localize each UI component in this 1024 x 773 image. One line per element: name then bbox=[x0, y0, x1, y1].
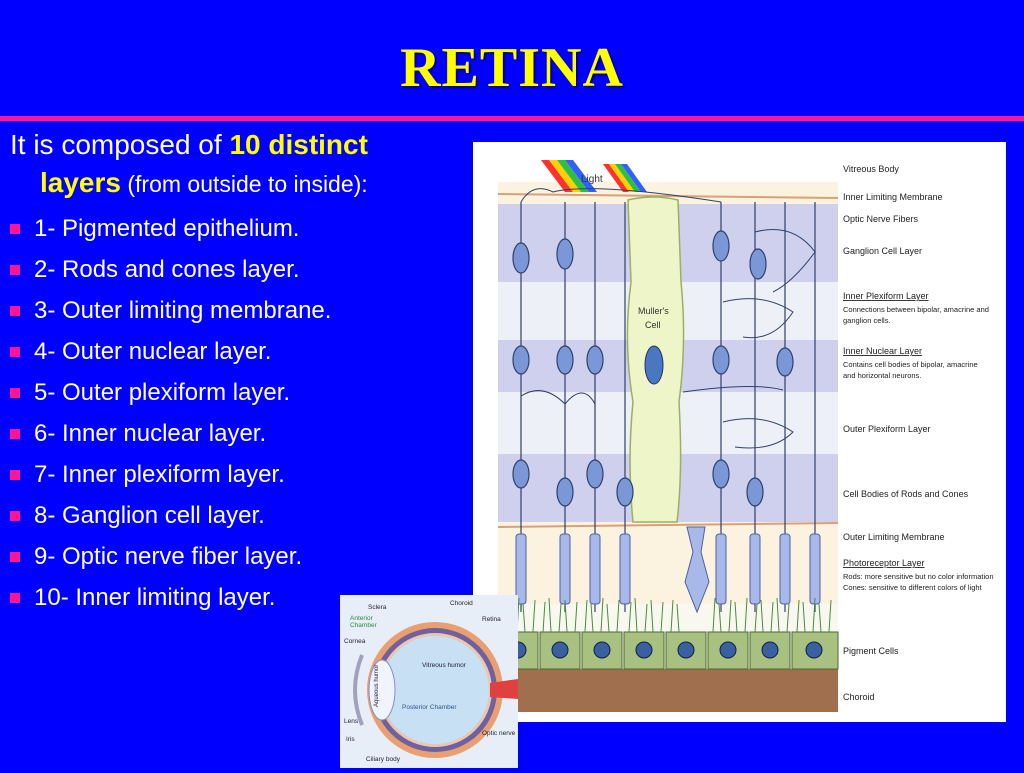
label-photoreceptor-layer: Photoreceptor Layer bbox=[843, 558, 925, 568]
label-outer-limiting-membrane: Outer Limiting Membrane bbox=[843, 532, 945, 542]
intro-suffix: (from outside to inside): bbox=[120, 171, 368, 197]
list-item: 1- Pigmented epithelium. bbox=[10, 208, 331, 249]
eye-label-cornea: Cornea bbox=[344, 638, 366, 645]
list-item: 9- Optic nerve fiber layer. bbox=[10, 536, 331, 577]
label-inner-nuclear-layer: Inner Nuclear Layer bbox=[843, 346, 922, 356]
eye-label-ciliary: Ciliary body bbox=[366, 756, 401, 763]
eye-label-retina: Retina bbox=[482, 616, 501, 623]
square-bullet-icon bbox=[10, 469, 20, 480]
square-bullet-icon bbox=[10, 264, 20, 275]
label-inl-desc-1: Contains cell bodies of bipolar, amacrin… bbox=[843, 360, 978, 369]
list-item: 6- Inner nuclear layer. bbox=[10, 413, 331, 454]
eye-label-vitreous: Vitreous humor bbox=[422, 662, 467, 669]
label-rod-cone-bodies: Cell Bodies of Rods and Cones bbox=[843, 489, 969, 499]
label-outer-plexiform-layer: Outer Plexiform Layer bbox=[843, 424, 931, 434]
square-bullet-icon bbox=[10, 387, 20, 398]
label-ganglion-cell-layer: Ganglion Cell Layer bbox=[843, 246, 922, 256]
layer-list: 1- Pigmented epithelium. 2- Rods and con… bbox=[10, 208, 331, 618]
list-item: 10- Inner limiting layer. bbox=[10, 577, 331, 618]
eye-label-lens: Lens bbox=[344, 718, 359, 725]
eye-label-optic: Optic nerve bbox=[482, 730, 516, 737]
square-bullet-icon bbox=[10, 223, 20, 234]
list-item: 2- Rods and cones layer. bbox=[10, 249, 331, 290]
muller-label-2: Cell bbox=[645, 320, 661, 330]
label-inner-plexiform-layer: Inner Plexiform Layer bbox=[843, 291, 929, 301]
muller-label-1: Muller's bbox=[638, 306, 669, 316]
label-pr-desc-1: Rods: more sensitive but no color inform… bbox=[843, 572, 994, 581]
eye-vitreous bbox=[381, 636, 489, 744]
band-choroid bbox=[498, 669, 838, 712]
square-bullet-icon bbox=[10, 305, 20, 316]
eye-label-anterior-2: Chamber bbox=[350, 622, 378, 629]
label-ipl-desc-2: ganglion cells. bbox=[843, 316, 891, 325]
square-bullet-icon bbox=[10, 428, 20, 439]
list-item: 3- Outer limiting membrane. bbox=[10, 290, 331, 331]
eye-label-posterior: Posterior Chamber bbox=[402, 704, 457, 711]
label-ipl-desc-1: Connections between bipolar, amacrine an… bbox=[843, 305, 989, 314]
retina-layers-diagram: Light Muller's Cell Vitreous Body Inner … bbox=[473, 142, 1006, 722]
intro-prefix: It is composed of bbox=[10, 129, 230, 160]
square-bullet-icon bbox=[10, 510, 20, 521]
title-divider bbox=[0, 116, 1024, 121]
label-inner-limiting-membrane: Inner Limiting Membrane bbox=[843, 192, 943, 202]
muller-nucleus bbox=[644, 345, 664, 385]
slide-title: RETINA bbox=[400, 37, 624, 99]
eye-label-sclera: Sclera bbox=[368, 604, 387, 611]
square-bullet-icon bbox=[10, 592, 20, 603]
intro-text: It is composed of 10 distinct layers (fr… bbox=[10, 126, 465, 203]
intro-highlight-layers: layers bbox=[40, 167, 121, 198]
label-optic-nerve-fibers: Optic Nerve Fibers bbox=[843, 214, 919, 224]
square-bullet-icon bbox=[10, 551, 20, 562]
list-item: 8- Ganglion cell layer. bbox=[10, 495, 331, 536]
eye-label-choroid: Choroid bbox=[450, 600, 473, 607]
eye-diagram-svg: Sclera Choroid Anterior Chamber Retina C… bbox=[340, 595, 518, 768]
label-inl-desc-2: and horizontal neurons. bbox=[843, 371, 921, 380]
light-label: Light bbox=[581, 174, 603, 185]
label-choroid: Choroid bbox=[843, 692, 875, 702]
intro-highlight-count: 10 distinct bbox=[229, 129, 368, 160]
label-pr-desc-2: Cones: sensitive to different colors of … bbox=[843, 583, 983, 592]
eye-label-iris: Iris bbox=[346, 736, 355, 743]
eye-lens bbox=[368, 659, 396, 721]
list-item: 7- Inner plexiform layer. bbox=[10, 454, 331, 495]
eye-cross-section-inset: Sclera Choroid Anterior Chamber Retina C… bbox=[340, 595, 518, 768]
list-item: 5- Outer plexiform layer. bbox=[10, 372, 331, 413]
list-item: 4- Outer nuclear layer. bbox=[10, 331, 331, 372]
label-pigment-cells: Pigment Cells bbox=[843, 646, 899, 656]
square-bullet-icon bbox=[10, 346, 20, 357]
eye-label-aqueous: Aqueous humor bbox=[374, 665, 380, 707]
eye-label-anterior-1: Anterior bbox=[350, 615, 374, 622]
label-vitreous-body: Vitreous Body bbox=[843, 164, 899, 174]
retina-diagram-svg: Light Muller's Cell Vitreous Body Inner … bbox=[497, 160, 994, 712]
pigment-cells bbox=[497, 631, 839, 670]
